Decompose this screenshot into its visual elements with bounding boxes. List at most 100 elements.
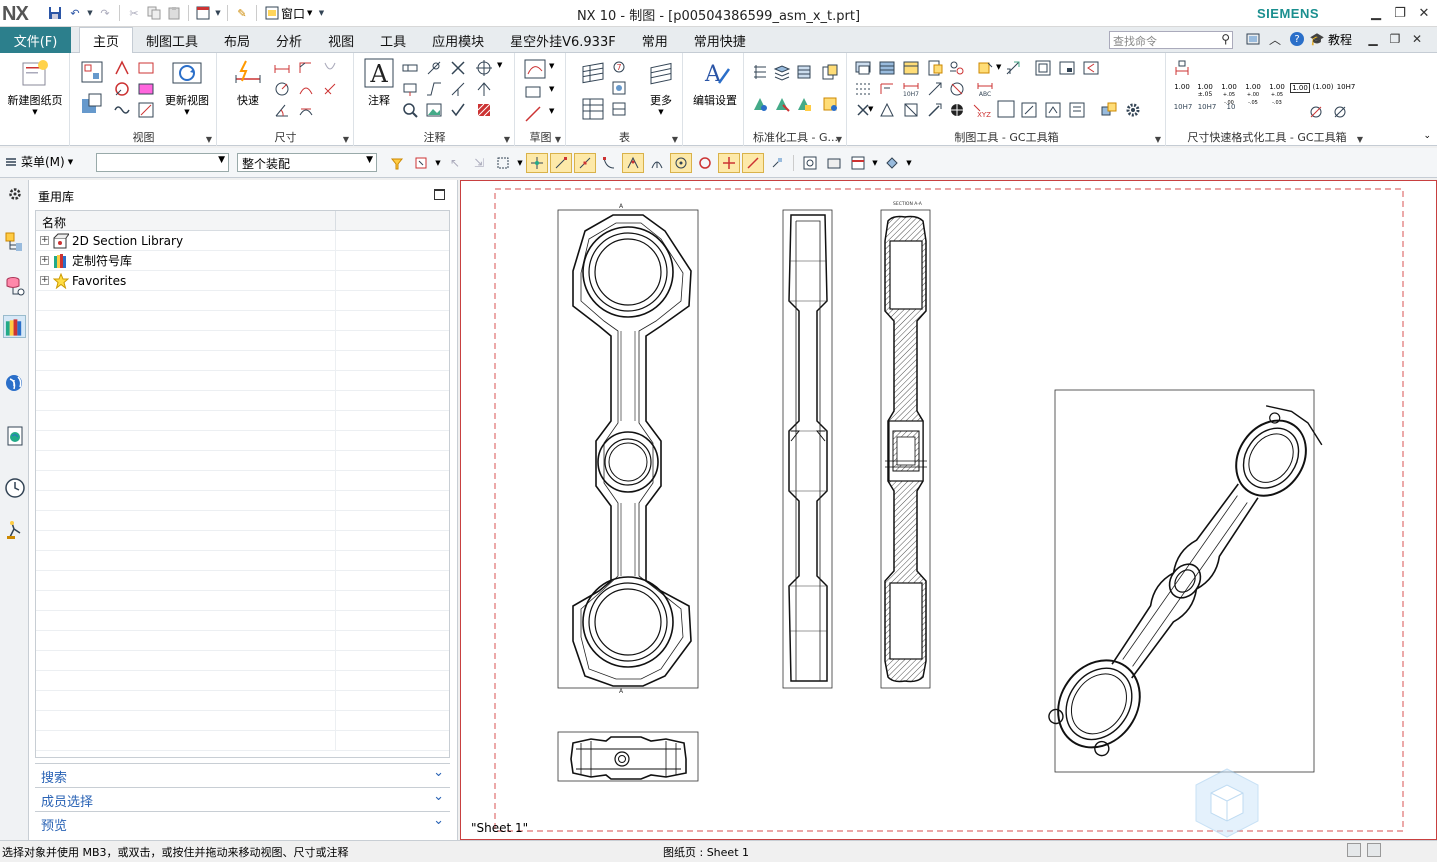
gc-tool-3-icon[interactable]	[902, 59, 920, 77]
group-std-tools-more-icon[interactable]: ▼	[836, 135, 842, 144]
minimize-icon[interactable]: ▁	[1364, 3, 1388, 23]
gc-frame-2-icon[interactable]	[1058, 59, 1076, 77]
toolbar-dropdown-icon[interactable]: ▼	[214, 4, 222, 22]
fullscreen-icon[interactable]	[1244, 30, 1262, 48]
tab-layout[interactable]: 布局	[211, 27, 263, 53]
eraser-icon[interactable]: ✎	[233, 4, 251, 22]
chamfer-dimension-icon[interactable]	[297, 59, 315, 77]
ordinate-dimension-icon[interactable]	[321, 80, 339, 98]
gc-symbol-5-icon[interactable]	[948, 101, 966, 119]
process-studio-icon[interactable]	[3, 518, 26, 541]
panel-maximize-icon[interactable]	[434, 189, 445, 200]
gc-dim-5-icon[interactable]	[948, 80, 966, 98]
gc-xyz-icon[interactable]: XYZ	[972, 101, 994, 119]
group-table-more-icon[interactable]: ▼	[672, 135, 678, 144]
rectangle-select-dropdown-icon[interactable]: ▼	[516, 153, 524, 173]
inspect-icon[interactable]	[401, 101, 419, 119]
gc-dim-2-icon[interactable]	[878, 80, 896, 98]
hd3d-tools-icon[interactable]: i	[3, 370, 26, 393]
group-sketch-more-icon[interactable]: ▼	[555, 135, 561, 144]
tab-tools[interactable]: 工具	[367, 27, 419, 53]
bend-table-icon[interactable]	[611, 101, 629, 119]
tree-row[interactable]: + 2D Section Library	[36, 230, 449, 251]
surface-finish-icon[interactable]	[425, 80, 443, 98]
tab-file[interactable]: 文件(F)	[0, 27, 71, 53]
gc-box-icon[interactable]	[996, 99, 1016, 119]
doc-close-icon[interactable]: ✕	[1408, 30, 1426, 48]
snap-midpoint-icon[interactable]	[574, 153, 596, 173]
side-view[interactable]	[782, 209, 833, 689]
gc-tool-4-icon[interactable]	[926, 59, 944, 77]
undo-icon[interactable]: ↶	[66, 4, 84, 22]
weld-symbol-icon[interactable]	[425, 59, 443, 77]
gc-frame-3-icon[interactable]	[1082, 59, 1100, 77]
snap-control-point-icon[interactable]	[598, 153, 620, 173]
symbol-icon[interactable]	[475, 80, 493, 98]
std-tool-3-icon[interactable]	[795, 63, 813, 81]
expand-icon[interactable]: +	[40, 276, 49, 285]
snap-quadrant-icon[interactable]	[694, 153, 716, 173]
snap-point-on-curve-icon[interactable]	[718, 153, 740, 173]
more-table-button[interactable]: 更多 ▼	[643, 57, 679, 116]
rectangle-select-icon[interactable]	[492, 153, 514, 173]
revolved-section-icon[interactable]	[137, 101, 155, 119]
auto-balloon-icon[interactable]: 7	[611, 59, 629, 77]
status-view-icon[interactable]	[1347, 843, 1361, 857]
check-symbol-icon[interactable]	[449, 101, 467, 119]
window-menu[interactable]: 窗口 ▼	[262, 5, 315, 22]
cursor-select-icon[interactable]: ↖	[444, 153, 466, 173]
top-view[interactable]	[557, 731, 699, 782]
std-tool-7-icon[interactable]	[795, 95, 813, 113]
selection-scope-select[interactable]: 整个装配 ▼	[237, 153, 377, 172]
search-icon[interactable]: ⚲	[1221, 32, 1230, 46]
toolbar-window-icon[interactable]	[194, 4, 212, 22]
target-point-dropdown-icon[interactable]: ▼	[497, 61, 515, 79]
reuse-library-icon[interactable]	[3, 315, 26, 338]
linear-dimension-icon[interactable]	[273, 59, 291, 77]
status-toggle-icon[interactable]	[1367, 843, 1381, 857]
tab-common[interactable]: 常用	[629, 27, 681, 53]
dim-fmt-9[interactable]: 10H7	[1171, 103, 1195, 121]
tab-common-shortcuts[interactable]: 常用快捷	[681, 27, 759, 53]
menu-button[interactable]: 菜单(M) ▼	[4, 153, 73, 170]
snap-intersection-icon[interactable]	[622, 153, 644, 173]
std-tool-4-icon[interactable]	[821, 63, 839, 81]
gc-tool-7-icon[interactable]	[1004, 59, 1022, 77]
perimeter-dimension-icon[interactable]	[321, 59, 339, 77]
save-icon[interactable]	[46, 4, 64, 22]
search-section[interactable]: 搜索 ⌄	[35, 763, 450, 786]
gc-tool-5-icon[interactable]	[948, 59, 966, 77]
gc-symbol-4-icon[interactable]	[926, 101, 944, 119]
new-sheet-button[interactable]: 新建图纸页 ▼	[4, 57, 66, 116]
column-name-header[interactable]: 名称	[36, 211, 336, 230]
history-icon[interactable]	[3, 476, 26, 499]
detail-view-icon[interactable]	[113, 80, 131, 98]
gc-symbol-2-icon[interactable]	[878, 101, 896, 119]
cross-icon[interactable]	[449, 59, 467, 77]
snap-arc-center-icon[interactable]	[646, 153, 668, 173]
gc-tool-2-icon[interactable]	[878, 59, 896, 77]
std-tool-5-icon[interactable]	[751, 95, 769, 113]
thickness-dimension-icon[interactable]	[297, 80, 315, 98]
tab-analysis[interactable]: 分析	[263, 27, 315, 53]
copy-icon[interactable]	[145, 4, 163, 22]
ribbon-expand-icon[interactable]: ⌄	[1423, 131, 1431, 141]
radial-dimension-icon[interactable]	[273, 80, 291, 98]
tab-plugin[interactable]: 星空外挂V6.933F	[497, 27, 629, 53]
expand-icon[interactable]: +	[40, 256, 49, 265]
gc-tool-1-icon[interactable]	[854, 59, 872, 77]
paste-icon[interactable]	[165, 4, 183, 22]
front-view[interactable]: A A	[557, 203, 699, 695]
base-view-icon[interactable]	[81, 61, 103, 83]
resource-settings-icon[interactable]	[3, 182, 26, 205]
redo-icon[interactable]: ↷	[96, 4, 114, 22]
parts-list-icon[interactable]	[581, 61, 605, 85]
sketch-curve-icon[interactable]	[524, 59, 546, 79]
gc-symbol-9-icon[interactable]	[1100, 101, 1118, 119]
half-section-icon[interactable]	[137, 80, 155, 98]
snap-bounded-grid-icon[interactable]	[766, 153, 788, 173]
update-view-button[interactable]: 更新视图 ▼	[163, 57, 211, 116]
select-general-icon[interactable]	[410, 153, 432, 173]
command-search-input[interactable]: 查找命令 ⚲	[1109, 31, 1233, 49]
datum-feature-icon[interactable]	[401, 80, 419, 98]
